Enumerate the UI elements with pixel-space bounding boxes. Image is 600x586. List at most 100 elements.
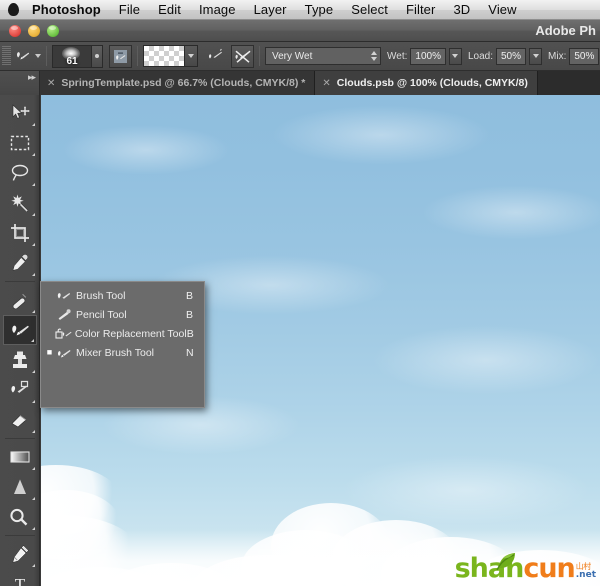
flyout-item-shortcut: B	[186, 289, 194, 302]
svg-text:T: T	[14, 575, 25, 586]
tool-preset-chevron-down-icon[interactable]	[35, 54, 41, 58]
flyout-item-label: Color Replacement Tool	[74, 327, 187, 340]
options-separator-2	[137, 46, 138, 66]
mixer-brush-icon[interactable]	[15, 45, 41, 67]
cloud-wisp	[421, 185, 600, 240]
brush-load-chevron-down-icon[interactable]	[185, 45, 198, 67]
menu-item-photoshop[interactable]: Photoshop	[30, 1, 110, 19]
close-tab-icon[interactable]: ✕	[322, 78, 330, 89]
cumulus-cloud	[41, 465, 121, 535]
tool-flyout-indicator	[31, 370, 35, 373]
mix-label: Mix:	[548, 50, 567, 62]
tool-move[interactable]	[3, 98, 37, 128]
load-label: Load:	[467, 50, 493, 62]
flyout-item-color-replacement-tool[interactable]: Color Replacement Tool B	[41, 324, 204, 343]
minimize-button[interactable]	[28, 24, 40, 37]
window-title-bar: Adobe Ph	[0, 20, 600, 42]
cloud-wisp	[271, 105, 491, 165]
menu-item-select[interactable]: Select	[342, 1, 397, 19]
menu-item-view[interactable]: View	[479, 1, 525, 19]
menu-item-filter[interactable]: Filter	[397, 1, 445, 19]
tool-blur[interactable]	[3, 472, 37, 502]
tools-divider-2	[4, 438, 35, 439]
brush-preview-swatch[interactable]: 61	[52, 44, 92, 68]
tools-divider-3	[4, 535, 35, 536]
menu-item-file[interactable]: File	[110, 1, 149, 19]
tool-pen[interactable]	[3, 539, 37, 569]
menu-item-edit[interactable]: Edit	[149, 1, 190, 19]
flyout-item-label: Brush Tool	[76, 289, 126, 302]
flyout-item-brush-tool[interactable]: Brush Tool B	[41, 286, 204, 305]
close-tab-icon[interactable]: ✕	[47, 78, 55, 89]
cloud-wisp	[371, 325, 600, 395]
tool-flyout-indicator	[31, 310, 35, 313]
blend-preset-value: Very Wet	[272, 50, 313, 62]
flyout-item-shortcut: N	[186, 346, 194, 359]
mix-input[interactable]: 50%	[569, 47, 600, 65]
document-tab-label: SpringTemplate.psd @ 66.7% (Clouds, CMYK…	[61, 77, 306, 89]
flyout-item-mixer-brush-tool[interactable]: ■ Mixer Brush Tool N	[41, 343, 204, 362]
window-controls	[0, 24, 59, 37]
flyout-item-label: Mixer Brush Tool	[76, 346, 155, 359]
mixer-brush-tool-icon	[54, 346, 76, 360]
cloud-wisp	[61, 125, 231, 175]
tool-eyedropper[interactable]	[3, 248, 37, 278]
document-tab-bar: ▸▸ ✕ SpringTemplate.psd @ 66.7% (Clouds,…	[0, 71, 600, 95]
tool-options-bar: 61 Very Wet Wet: 100% Load: 50% Mix: 50%	[0, 42, 600, 71]
flyout-item-pencil-tool[interactable]: Pencil Tool B	[41, 305, 204, 324]
options-bar-grip[interactable]	[2, 46, 11, 66]
clean-brush-after-stroke-button[interactable]	[204, 45, 227, 68]
collapse-panel-arrows-icon[interactable]: ▸▸	[28, 73, 36, 82]
tool-history-brush[interactable]	[3, 375, 37, 405]
tool-spot-healing-brush[interactable]	[3, 285, 37, 315]
color-replacement-tool-icon	[54, 327, 75, 341]
menu-item-layer[interactable]: Layer	[245, 1, 296, 19]
brush-size-picker[interactable]: 61	[52, 44, 103, 68]
tool-flyout-indicator	[31, 467, 35, 470]
cloud-wisp	[341, 455, 591, 525]
tool-flyout-indicator	[31, 243, 35, 246]
menu-item-image[interactable]: Image	[190, 1, 245, 19]
tool-flyout-indicator	[31, 213, 35, 216]
transparent-checker-swatch[interactable]	[143, 45, 185, 67]
tools-panel-header: ▸▸	[0, 71, 40, 95]
blend-preset-stepper-icon[interactable]	[371, 51, 377, 61]
tool-flyout-indicator	[31, 123, 35, 126]
pencil-tool-icon	[54, 308, 76, 322]
brush-tool-flyout-menu[interactable]: Brush Tool B Pencil Tool B Color Replace…	[40, 281, 205, 408]
tool-eraser[interactable]	[3, 405, 37, 435]
tool-rectangular-marquee[interactable]	[3, 128, 37, 158]
load-chevron-down-icon[interactable]	[529, 47, 543, 65]
wet-input[interactable]: 100%	[410, 47, 446, 65]
tool-horizontal-type[interactable]: T	[3, 569, 37, 586]
current-tool-bullet: ■	[46, 347, 53, 357]
tool-magic-wand[interactable]	[3, 188, 37, 218]
tool-flyout-indicator	[30, 339, 34, 342]
tool-lasso[interactable]	[3, 158, 37, 188]
brush-panel-toggle-button[interactable]	[109, 44, 132, 68]
zoom-button[interactable]	[47, 24, 59, 37]
tool-clone-stamp[interactable]	[3, 345, 37, 375]
wet-chevron-down-icon[interactable]	[448, 47, 462, 65]
current-brush-load-picker[interactable]	[143, 45, 198, 67]
document-tab-springtemplate[interactable]: ✕ SpringTemplate.psd @ 66.7% (Clouds, CM…	[40, 71, 316, 95]
wet-label: Wet:	[387, 50, 408, 62]
cloud-haze-band	[41, 530, 600, 586]
apple-logo-icon[interactable]	[6, 2, 20, 18]
brush-picker-chevron-icon[interactable]	[92, 44, 103, 68]
load-brush-after-stroke-button[interactable]	[231, 44, 254, 68]
document-tab-clouds[interactable]: ✕ Clouds.psb @ 100% (Clouds, CMYK/8)	[315, 71, 538, 95]
close-button[interactable]	[9, 24, 21, 37]
tool-flyout-indicator	[31, 527, 35, 530]
tool-gradient[interactable]	[3, 442, 37, 472]
menu-item-3d[interactable]: 3D	[444, 1, 479, 19]
blend-preset-select[interactable]: Very Wet	[265, 47, 381, 65]
options-separator-1	[46, 46, 47, 66]
menu-item-type[interactable]: Type	[296, 1, 343, 19]
tool-brush[interactable]	[2, 315, 37, 345]
tool-dodge[interactable]	[3, 502, 37, 532]
load-input[interactable]: 50%	[496, 47, 527, 65]
photoshop-window: Photoshop File Edit Image Layer Type Sel…	[0, 0, 600, 586]
tool-crop[interactable]	[3, 218, 37, 248]
tool-flyout-indicator	[31, 153, 35, 156]
